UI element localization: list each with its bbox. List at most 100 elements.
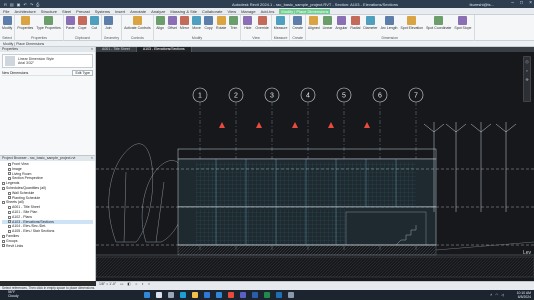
linear-icon xyxy=(322,16,332,25)
spot-slope-button[interactable]: Spot Slope xyxy=(454,16,472,30)
print-icon[interactable]: ⎙ xyxy=(36,2,39,7)
linear-button[interactable]: Linear xyxy=(322,16,332,30)
paste-button[interactable]: Paste xyxy=(65,16,75,30)
radial-button[interactable]: Radial xyxy=(350,16,360,30)
create-button[interactable]: Create xyxy=(292,16,303,30)
settings-icon[interactable] xyxy=(288,292,294,298)
move-button[interactable]: Move xyxy=(192,16,202,30)
wifi-icon[interactable]: ◠ xyxy=(495,293,498,297)
ribbon-group-label: Modify xyxy=(191,36,203,40)
ribbon-tab-modify-place-dimensions[interactable]: Modify | Place Dimensions xyxy=(279,8,331,14)
angular-label: Angular xyxy=(335,26,348,30)
modify-icon xyxy=(2,16,12,25)
spot-coordinate-button[interactable]: Spot Coordinate xyxy=(426,16,451,30)
task-view-icon[interactable] xyxy=(168,292,174,298)
aligned-label: Aligned xyxy=(307,26,320,30)
mail-icon[interactable] xyxy=(216,292,222,298)
angular-button[interactable]: Angular xyxy=(335,16,347,30)
ribbon-tab-add-ins[interactable]: Add-Ins xyxy=(261,9,275,14)
windows-icon[interactable] xyxy=(144,292,150,298)
pan-icon[interactable]: ✥ xyxy=(525,77,528,82)
instance-filter[interactable]: New Dimensions xyxy=(2,71,28,75)
store-icon[interactable] xyxy=(204,292,210,298)
steering-wheel-icon[interactable]: ◎ xyxy=(525,59,529,64)
override-button[interactable]: Override xyxy=(255,16,269,30)
type-sub: Arial 3/32" xyxy=(18,61,35,65)
ribbon-tab-architecture[interactable]: Architecture xyxy=(14,9,35,14)
volume-icon[interactable]: ◁ xyxy=(501,293,504,297)
excel-icon[interactable] xyxy=(264,292,270,298)
clock[interactable]: 10:10 AM 6/5/2024 xyxy=(517,291,531,299)
view-icon xyxy=(8,230,11,234)
ribbon-panel: Modify Select Properties Type Properties Pro… xyxy=(0,15,534,41)
copy-label: Copy xyxy=(204,26,213,30)
type-properties-label: Type Properties xyxy=(36,26,61,30)
browser-item-revit-links[interactable]: Revit Links xyxy=(2,244,93,249)
mirror-button[interactable]: Mirror xyxy=(180,16,189,30)
cut-button[interactable]: Cut xyxy=(89,16,99,30)
edge-icon[interactable] xyxy=(180,292,186,298)
properties-title: Properties xyxy=(2,47,18,51)
ribbon-group-buttons: Properties Type Properties xyxy=(17,16,61,30)
chrome-icon[interactable] xyxy=(228,292,234,298)
save-icon[interactable]: ▣ xyxy=(17,2,21,7)
cope-button[interactable]: Cope xyxy=(77,16,87,30)
close-icon[interactable]: × xyxy=(529,0,532,6)
rotate-button[interactable]: Rotate xyxy=(216,16,226,30)
properties-button[interactable]: Properties xyxy=(17,16,33,30)
offset-button[interactable]: Offset xyxy=(168,16,177,30)
hide-button[interactable]: Hide xyxy=(243,16,253,30)
ribbon-tab-insert[interactable]: Insert xyxy=(115,9,125,14)
ribbon-tab-steel[interactable]: Steel xyxy=(62,9,71,14)
teams-icon[interactable] xyxy=(240,292,246,298)
ribbon-tab-systems[interactable]: Systems xyxy=(95,9,110,14)
modify-button[interactable]: Modify xyxy=(2,16,12,30)
close-icon[interactable]: × xyxy=(91,156,93,161)
arc-length-button[interactable]: Arc Length xyxy=(381,16,398,30)
ribbon-tab-file[interactable]: File xyxy=(3,9,9,14)
zoom-icon[interactable]: ⌕ xyxy=(526,68,528,73)
search-icon[interactable] xyxy=(156,292,162,298)
undo-icon[interactable]: ↶ xyxy=(23,2,26,7)
expand-icon xyxy=(2,239,5,243)
type-selector[interactable]: Linear Dimension Style Arial 3/32" xyxy=(2,54,93,68)
align-button[interactable]: Align xyxy=(155,16,165,30)
activate-controls-button[interactable]: Activate Controls xyxy=(124,16,151,30)
chevron-up-icon[interactable]: ˄ xyxy=(490,293,492,297)
trim-button[interactable]: Trim xyxy=(229,16,239,30)
measure-button[interactable]: Measure xyxy=(274,16,287,30)
ribbon-tab-structure[interactable]: Structure xyxy=(41,9,57,14)
drawing-canvas[interactable]: 1234567 Lev xyxy=(96,52,534,281)
ribbon-group-modify: Align Offset Mirror Move Copy Rotate Trim Modif… xyxy=(154,15,242,41)
maximize-icon[interactable]: □ xyxy=(520,0,523,6)
ribbon-tab-manage[interactable]: Manage xyxy=(241,9,255,14)
revit-icon[interactable] xyxy=(276,292,282,298)
revit-logo-icon[interactable]: R xyxy=(4,2,7,7)
ribbon-tab-analyze[interactable]: Analyze xyxy=(151,9,165,14)
spot-elevation-button[interactable]: Spot Elevation xyxy=(401,16,423,30)
type-properties-button[interactable]: Type Properties xyxy=(36,16,61,30)
ribbon-tab-annotate[interactable]: Annotate xyxy=(130,9,146,14)
open-icon[interactable]: ▤ xyxy=(10,2,14,7)
user-account[interactable]: tkureshi@ts... xyxy=(469,2,494,7)
ribbon-tab-collaborate[interactable]: Collaborate xyxy=(202,9,222,14)
ribbon-tab-view[interactable]: View xyxy=(227,9,236,14)
ribbon-tab-massing-site[interactable]: Massing & Site xyxy=(170,9,197,14)
level-label: Lev xyxy=(523,250,532,256)
explorer-icon[interactable] xyxy=(192,292,198,298)
aligned-button[interactable]: Aligned xyxy=(308,16,320,30)
measure-icon xyxy=(276,16,286,25)
copy-button[interactable]: Copy xyxy=(204,16,214,30)
trim-icon xyxy=(229,16,239,25)
close-icon[interactable]: × xyxy=(91,47,93,52)
join-button[interactable]: Join xyxy=(103,16,113,30)
diameter-button[interactable]: Diameter xyxy=(363,16,378,30)
ribbon-group-buttons: Measure xyxy=(274,16,287,30)
word-icon[interactable] xyxy=(252,292,258,298)
ribbon-tab-precast[interactable]: Precast xyxy=(76,9,90,14)
edit-type-button[interactable]: Edit Type xyxy=(72,69,93,76)
redo-icon[interactable]: ↷ xyxy=(30,2,33,7)
minimize-icon[interactable]: – xyxy=(511,0,514,6)
weather-widget[interactable]: 56°F Cloudy xyxy=(0,290,60,299)
ribbon-group-buttons: Modify xyxy=(2,16,12,30)
